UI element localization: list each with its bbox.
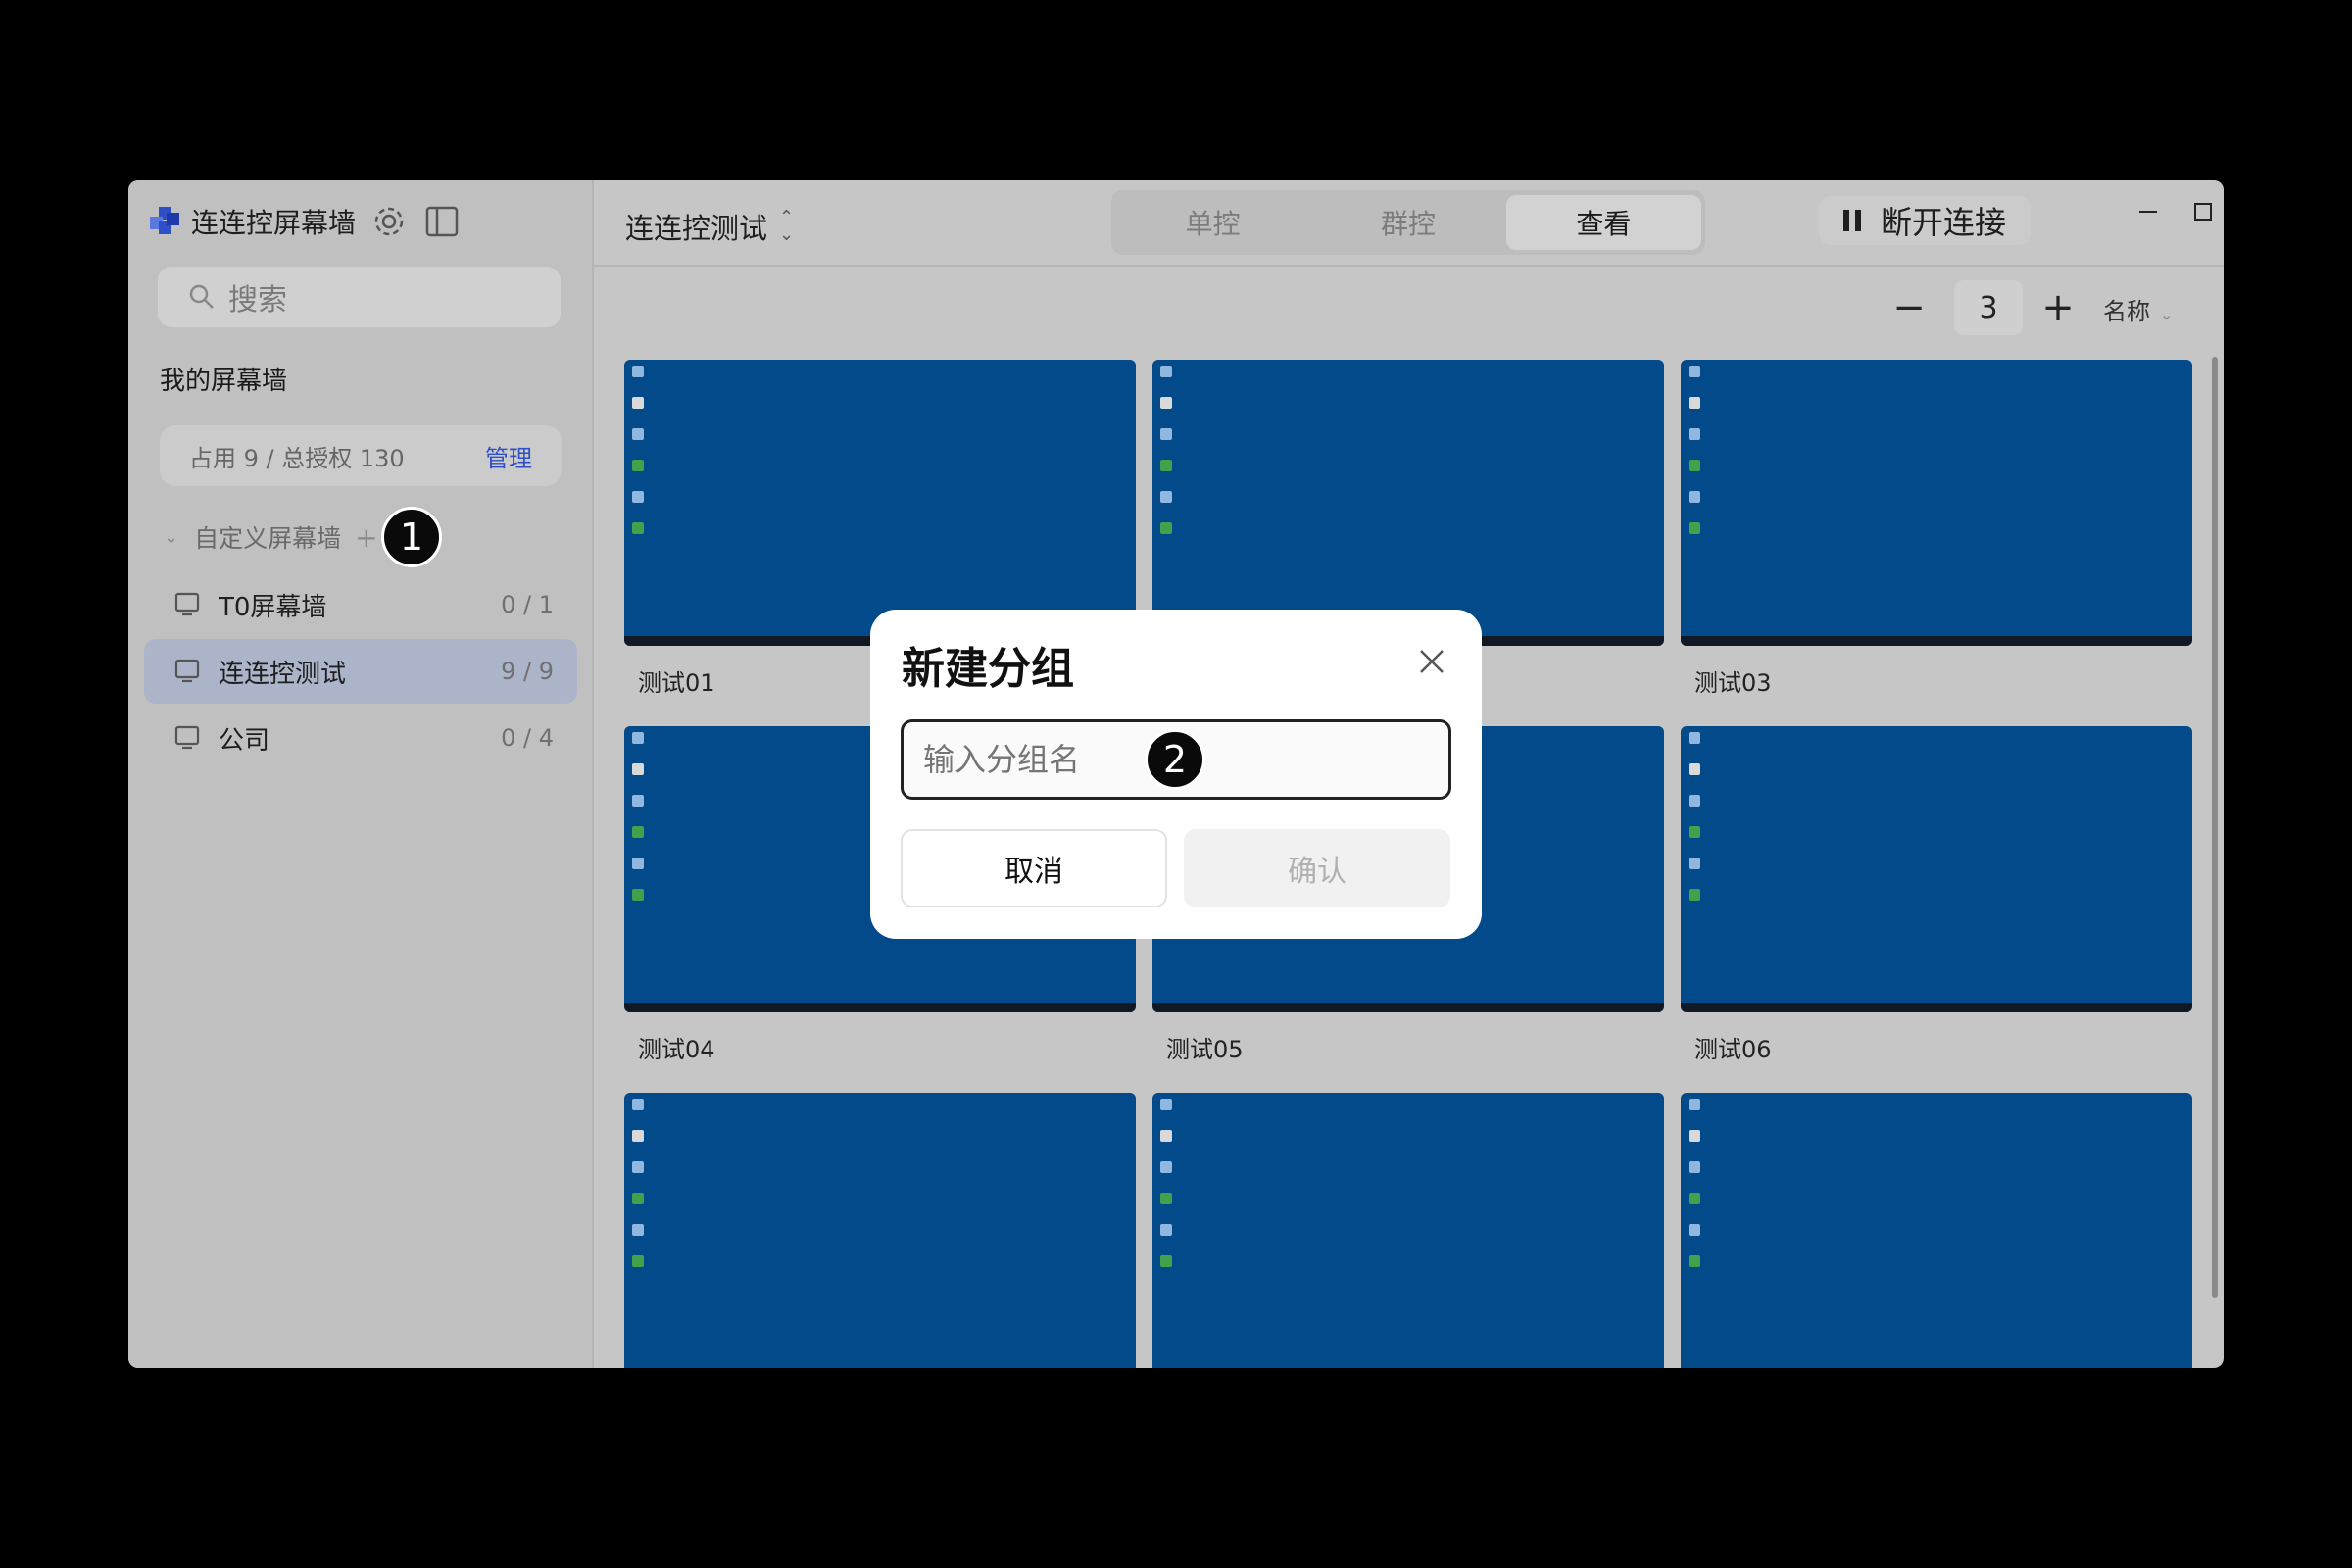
custom-group-header[interactable]: ⌄ 自定义屏幕墙 +: [164, 519, 378, 555]
wall-item-t0[interactable]: T0屏幕墙 0 / 1: [144, 572, 577, 637]
pause-icon: [1842, 210, 1861, 231]
search-icon: [189, 284, 214, 309]
tab-view[interactable]: 查看: [1505, 195, 1701, 250]
app-title: 连连控屏幕墙: [191, 207, 357, 239]
screen-wall-icon: [174, 592, 200, 616]
custom-group-label: 自定义屏幕墙: [194, 524, 342, 553]
remote-desktop-thumbnail[interactable]: [1681, 726, 2192, 1012]
settings-gear-icon[interactable]: [369, 202, 409, 241]
wall-count: 0 / 4: [501, 724, 554, 752]
screen-name: 测试06: [1694, 1036, 1772, 1063]
wall-item-company[interactable]: 公司 0 / 4: [144, 706, 577, 770]
annotation-badge-2: 2: [1145, 729, 1205, 790]
wall-count: 0 / 1: [501, 591, 554, 618]
remote-desktop-thumbnail[interactable]: [1681, 1093, 2192, 1368]
tab-group-control[interactable]: 群控: [1310, 195, 1505, 250]
search-placeholder: 搜索: [228, 283, 287, 318]
zoom-out-icon[interactable]: −: [1889, 288, 1929, 327]
screen-name: 测试05: [1166, 1036, 1244, 1063]
screen-wall-icon: [174, 659, 200, 683]
remote-desktop-thumbnail[interactable]: [624, 360, 1136, 646]
top-bar: 连连控测试 ⌃ ⌄ 单控 群控 查看 断开连接: [594, 180, 2224, 267]
search-box[interactable]: 搜索: [158, 267, 561, 327]
current-wall-selector[interactable]: 连连控测试 ⌃ ⌄: [625, 206, 794, 247]
remote-desktop-thumbnail[interactable]: [624, 1093, 1136, 1368]
wall-name: 连连控测试: [219, 659, 347, 689]
sidebar: 连连控屏幕墙 搜索 我的屏幕墙 占用 9 / 总授权 130 管理 ⌄ 自定义屏…: [128, 180, 594, 1368]
remote-desktop-thumbnail[interactable]: [1681, 360, 2192, 646]
remote-desktop-thumbnail[interactable]: [1152, 360, 1664, 646]
quota-bar: 占用 9 / 总授权 130 管理: [160, 425, 562, 486]
section-title: 我的屏幕墙: [160, 367, 288, 396]
sort-dropdown[interactable]: 名称 ⌄: [2103, 292, 2173, 326]
remote-desktop-thumbnail[interactable]: [1152, 1093, 1664, 1368]
disconnect-label: 断开连接: [1880, 204, 2006, 241]
wall-name: 公司: [219, 725, 270, 756]
updown-chevron-icon: ⌃ ⌄: [779, 207, 795, 245]
tab-single-control[interactable]: 单控: [1115, 195, 1310, 250]
brand: 连连控屏幕墙: [150, 202, 356, 241]
maximize-icon[interactable]: [2185, 194, 2221, 229]
wall-count: 9 / 9: [501, 658, 554, 685]
wall-item-lianliankong-test[interactable]: 连连控测试 9 / 9: [144, 639, 577, 704]
manage-link[interactable]: 管理: [485, 439, 532, 473]
screen-name: 测试04: [638, 1036, 715, 1063]
columns-value[interactable]: 3: [1954, 280, 2023, 335]
app-logo-icon: [150, 207, 179, 236]
close-icon[interactable]: [1417, 647, 1446, 676]
current-wall-name: 连连控测试: [625, 212, 768, 245]
sidebar-toggle-icon[interactable]: [422, 202, 462, 241]
wall-name: T0屏幕墙: [219, 592, 327, 622]
screen-wall-icon: [174, 725, 200, 750]
disconnect-button[interactable]: 断开连接: [1819, 196, 2031, 245]
minimize-icon[interactable]: [2131, 194, 2166, 229]
sort-label: 名称: [2103, 298, 2150, 325]
view-toolbar: − 3 + 名称 ⌄: [594, 265, 2224, 353]
zoom-in-icon[interactable]: +: [2038, 288, 2078, 327]
chevron-down-icon: ⌄: [164, 526, 179, 548]
chevron-down-icon: ⌄: [2160, 305, 2174, 323]
screen-name: 测试01: [638, 669, 715, 697]
scrollbar[interactable]: [2212, 357, 2218, 1298]
annotation-badge-1: 1: [381, 507, 442, 567]
mode-tabs: 单控 群控 查看: [1111, 190, 1705, 255]
quota-text: 占用 9 / 总授权 130: [189, 444, 405, 472]
confirm-button[interactable]: 确认: [1184, 829, 1450, 907]
dialog-title: 新建分组: [902, 644, 1074, 694]
cancel-button[interactable]: 取消: [901, 829, 1167, 907]
screen-name: 测试03: [1694, 669, 1772, 697]
add-group-icon[interactable]: +: [355, 521, 377, 554]
